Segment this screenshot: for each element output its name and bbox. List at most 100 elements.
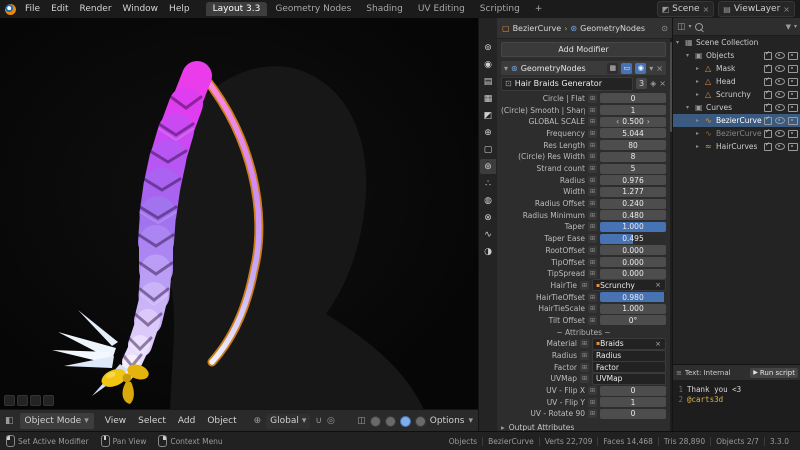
text-source[interactable]: Text: Internal — [685, 369, 731, 377]
checkbox-icon[interactable] — [764, 63, 772, 73]
shading-wireframe-icon[interactable] — [369, 415, 381, 427]
camera-icon[interactable] — [788, 90, 798, 99]
tab-material[interactable]: ◑ — [480, 244, 496, 259]
input-attribute-toggle-icon[interactable]: ⊞ — [588, 105, 597, 115]
viewport-canvas[interactable] — [0, 18, 478, 410]
eye-icon[interactable] — [775, 130, 785, 137]
menu-edit[interactable]: Edit — [46, 3, 73, 15]
param-value-field[interactable]: ‹ ▪ 1.277 › × — [600, 186, 666, 197]
input-attribute-toggle-icon[interactable]: ⊞ — [588, 128, 597, 138]
snap-magnet-icon[interactable]: ∪ — [315, 416, 322, 426]
viewport-corner-button[interactable] — [17, 395, 28, 406]
expander-icon[interactable]: ▾ — [686, 52, 693, 59]
input-attribute-toggle-icon[interactable]: ⊞ — [588, 222, 597, 232]
input-attribute-toggle-icon[interactable]: ⊞ — [588, 140, 597, 150]
options-label[interactable]: Options — [430, 416, 465, 426]
checkbox-icon[interactable] — [764, 76, 772, 86]
eye-icon[interactable] — [775, 143, 785, 150]
outliner-row-scene-collection[interactable]: ▾ ▦ Scene Collection — [673, 36, 800, 49]
workspace-add[interactable]: + — [528, 2, 550, 16]
expander-icon[interactable]: ▸ — [696, 91, 703, 98]
camera-icon[interactable] — [788, 116, 798, 125]
param-value-field[interactable]: ‹ ▪ Radius › × — [592, 349, 666, 362]
input-attribute-toggle-icon[interactable]: ⊞ — [588, 292, 597, 302]
input-attribute-toggle-icon[interactable]: ⊞ — [588, 210, 597, 220]
modifier-close-icon[interactable]: × — [656, 64, 663, 73]
input-attribute-toggle-icon[interactable]: ⊞ — [588, 315, 597, 325]
eye-icon[interactable] — [775, 78, 785, 85]
outliner-row-objects[interactable]: ▾ ▣ Objects — [673, 49, 800, 62]
expander-icon[interactable]: ▸ — [696, 143, 703, 150]
expander-icon[interactable]: ▾ — [676, 39, 683, 46]
param-value-field[interactable]: ‹ ▪ UVMap › × — [592, 372, 666, 385]
outliner-row-haircurves[interactable]: ▸ ≈ HairCurves — [673, 140, 800, 153]
input-attribute-toggle-icon[interactable]: ⊞ — [588, 269, 597, 279]
param-value-field[interactable]: ‹ ▪ 80 › × — [600, 140, 666, 151]
display-realtime-toggle[interactable]: ▭ — [621, 62, 633, 74]
vp-menu-view[interactable]: View — [100, 415, 131, 427]
tab-physics[interactable]: ◍ — [480, 193, 496, 208]
input-attribute-toggle-icon[interactable]: ⊞ — [588, 199, 597, 209]
checkbox-icon[interactable] — [764, 50, 772, 60]
display-mode-icon[interactable]: ◫ — [677, 22, 686, 32]
scene-unlink-icon[interactable]: × — [703, 5, 710, 14]
filter-icon[interactable]: ▼ — [786, 23, 791, 31]
param-value-field[interactable]: ‹ ▪ 5 › × — [600, 163, 666, 174]
param-value-field[interactable]: ‹ ▪ Braids › × — [592, 337, 666, 350]
camera-icon[interactable] — [788, 142, 798, 151]
tab-modifiers[interactable]: ⊛ — [480, 159, 496, 174]
input-attribute-toggle-icon[interactable]: ⊞ — [588, 245, 597, 255]
tab-object[interactable]: ▢ — [480, 142, 496, 157]
tab-constraints[interactable]: ⊗ — [480, 210, 496, 225]
eye-icon[interactable] — [775, 104, 785, 111]
input-attribute-toggle-icon[interactable]: ⊞ — [588, 234, 597, 244]
expander-icon[interactable]: ▸ — [696, 117, 703, 124]
expander-icon[interactable]: ▾ — [686, 104, 693, 111]
breadcrumb-object[interactable]: BezierCurve — [513, 24, 562, 33]
param-value-field[interactable]: ‹ ▪ 0.500 › × — [600, 116, 666, 127]
head-silhouette[interactable] — [163, 66, 425, 410]
text-menu-icon[interactable]: ≡ — [676, 369, 682, 377]
workspace-shading[interactable]: Shading — [359, 2, 410, 16]
input-attribute-toggle-icon[interactable]: ⊞ — [588, 187, 597, 197]
unlink-icon[interactable]: × — [659, 79, 666, 88]
eye-icon[interactable] — [775, 52, 785, 59]
input-attribute-toggle-icon[interactable]: ⊞ — [580, 339, 589, 349]
input-attribute-toggle-icon[interactable]: ⊞ — [588, 397, 597, 407]
param-value-field[interactable]: ‹ ▪ 0 › × — [600, 93, 666, 104]
param-value-field[interactable]: ‹ ▪ 0.980 › × — [600, 292, 666, 303]
viewport-corner-button[interactable] — [30, 395, 41, 406]
checkbox-icon[interactable] — [764, 115, 772, 125]
menu-render[interactable]: Render — [75, 3, 117, 15]
param-value-field[interactable]: ‹ ▪ Factor › × — [592, 361, 666, 374]
param-value-field[interactable]: ‹ ▪ 0.240 › × — [600, 198, 666, 209]
text-editor-body[interactable]: 1 Thank you <3 2 @carts3d — [673, 381, 800, 407]
node-group-selector[interactable]: ⊡ Hair Braids Generator — [501, 76, 634, 91]
param-value-field[interactable]: ‹ ▪ 1.000 › × — [600, 303, 666, 314]
unlink-icon[interactable]: × — [655, 340, 662, 348]
param-value-field[interactable]: ‹ ▪ 0.495 › × — [600, 233, 666, 244]
outliner-row-beziercurve-001[interactable]: ▸ ∿ BezierCurve.001 — [673, 127, 800, 140]
input-attribute-toggle-icon[interactable]: ⊞ — [580, 362, 589, 372]
input-attribute-toggle-icon[interactable]: ⊞ — [588, 386, 597, 396]
expand-icon[interactable]: ▾ — [504, 64, 508, 73]
input-attribute-toggle-icon[interactable]: ⊞ — [588, 164, 597, 174]
viewlayer-unlink-icon[interactable]: × — [783, 5, 790, 14]
workspace-scripting[interactable]: Scripting — [473, 2, 527, 16]
param-value-field[interactable]: ‹ ▪ 0 › × — [600, 385, 666, 396]
checkbox-icon[interactable] — [764, 128, 772, 138]
input-attribute-toggle-icon[interactable]: ⊞ — [588, 175, 597, 185]
param-value-field[interactable]: ‹ ▪ 1 › × — [600, 105, 666, 116]
input-attribute-toggle-icon[interactable]: ⊞ — [588, 257, 597, 267]
input-attribute-toggle-icon[interactable]: ⊞ — [580, 351, 589, 361]
param-value-field[interactable]: ‹ ▪ 0.000 › × — [600, 245, 666, 256]
param-value-field[interactable]: ‹ ▪ 0.480 › × — [600, 210, 666, 221]
user-count-badge[interactable]: 3 — [636, 78, 648, 89]
unlink-icon[interactable]: × — [655, 281, 662, 289]
checkbox-icon[interactable] — [764, 141, 772, 151]
param-value-field[interactable]: ‹ ▪ 0.000 › × — [600, 257, 666, 268]
checkbox-icon[interactable] — [764, 102, 772, 112]
add-modifier-button[interactable]: Add Modifier — [501, 42, 666, 57]
tab-particles[interactable]: ∴ — [480, 176, 496, 191]
input-attribute-toggle-icon[interactable]: ⊞ — [588, 93, 597, 103]
